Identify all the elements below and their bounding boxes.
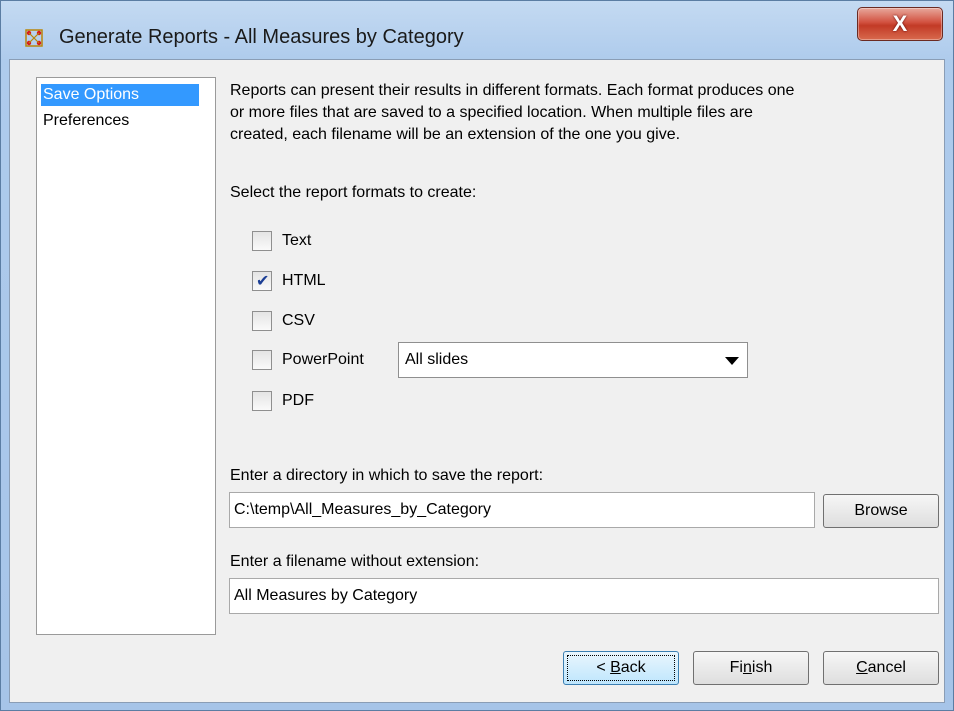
focus-ring (567, 655, 675, 681)
app-icon (25, 29, 43, 47)
format-description: Reports can present their results in dif… (230, 80, 940, 146)
nav-item-preferences[interactable]: Preferences (41, 110, 199, 132)
finish-mnemonic: n (742, 659, 752, 676)
chevron-down-icon (725, 357, 739, 365)
dialog-window: Generate Reports - All Measures by Categ… (0, 0, 954, 711)
html-label: HTML (282, 272, 326, 289)
filename-prompt: Enter a filename without extension: (230, 553, 480, 570)
pdf-checkbox[interactable] (252, 391, 272, 411)
directory-prompt: Enter a directory in which to save the r… (230, 467, 544, 484)
text-label: Text (282, 232, 312, 249)
options-nav-list: Save Options Preferences (36, 77, 216, 635)
finish-button[interactable]: Finish (693, 651, 809, 685)
powerpoint-slides-select[interactable]: All slides (398, 342, 748, 378)
close-button[interactable]: X (857, 7, 943, 41)
description-line: created, each filename will be an extens… (230, 126, 681, 143)
html-checkbox[interactable] (252, 271, 272, 291)
cancel-button[interactable]: Cancel (823, 651, 939, 685)
title-bar[interactable]: Generate Reports - All Measures by Categ… (1, 1, 953, 59)
description-line: Reports can present their results in dif… (230, 82, 795, 99)
close-icon: X (892, 11, 908, 36)
powerpoint-label: PowerPoint (282, 351, 364, 368)
csv-checkbox[interactable] (252, 311, 272, 331)
browse-button[interactable]: Browse (823, 494, 939, 528)
cancel-mnemonic: C (856, 659, 868, 676)
dialog-body: Save Options Preferences Reports can pre… (9, 59, 945, 703)
powerpoint-checkbox[interactable] (252, 350, 272, 370)
formats-prompt: Select the report formats to create: (230, 184, 477, 201)
finish-label-pre: Fi (729, 659, 743, 676)
csv-label: CSV (282, 312, 315, 329)
nav-item-save-options[interactable]: Save Options (41, 84, 199, 106)
finish-label-rest: ish (751, 659, 773, 676)
text-checkbox[interactable] (252, 231, 272, 251)
back-button[interactable]: < Back (563, 651, 679, 685)
directory-input[interactable]: C:\temp\All_Measures_by_Category (229, 492, 815, 528)
cancel-label-rest: ancel (867, 659, 906, 676)
window-title: Generate Reports - All Measures by Categ… (59, 26, 464, 48)
pdf-label: PDF (282, 392, 314, 409)
filename-input[interactable]: All Measures by Category (229, 578, 939, 614)
powerpoint-slides-value: All slides (405, 351, 469, 368)
description-line: or more files that are saved to a specif… (230, 104, 753, 121)
